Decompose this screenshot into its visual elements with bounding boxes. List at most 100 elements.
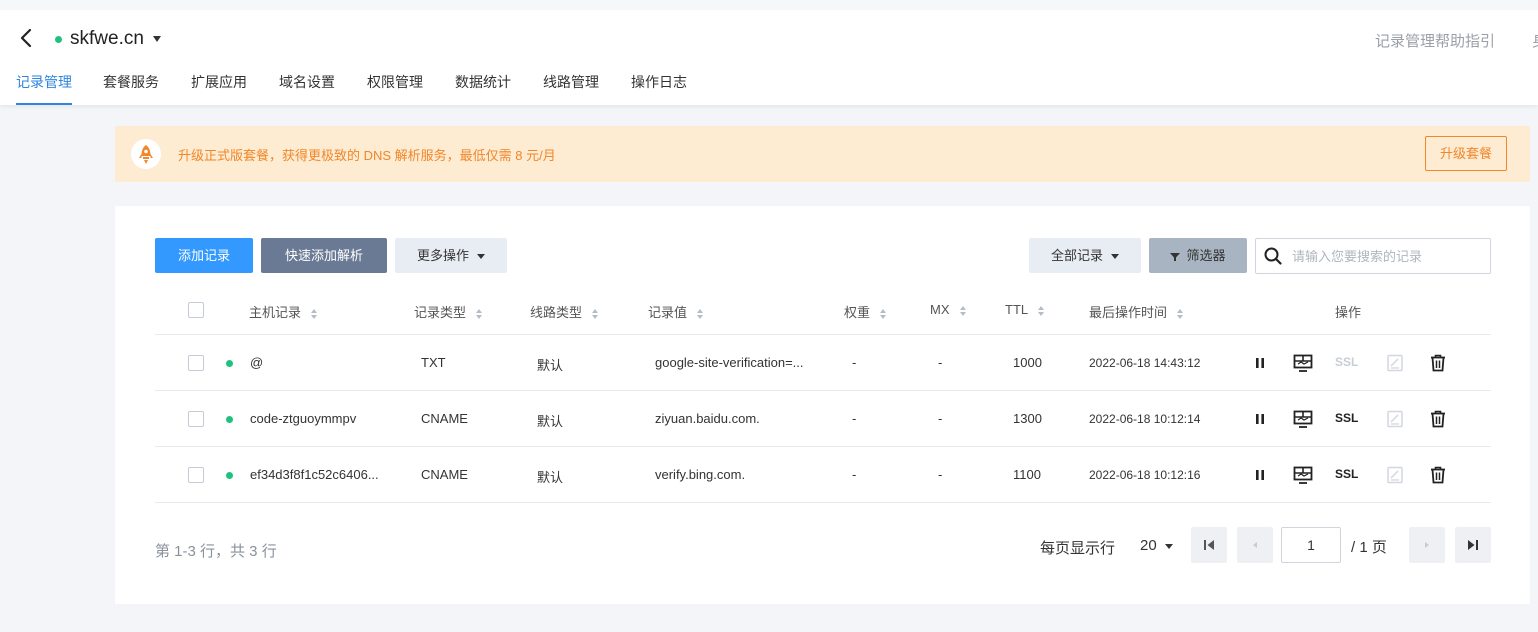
ssl-button[interactable]: SSL xyxy=(1335,355,1358,369)
first-page-button[interactable] xyxy=(1191,527,1227,563)
cell-weight: - xyxy=(852,411,857,426)
sort-icon[interactable] xyxy=(959,305,966,316)
search-box xyxy=(1255,238,1491,274)
help-guide-link[interactable]: 记录管理帮助指引 xyxy=(1375,30,1495,51)
cell-host[interactable]: ef34d3f8f1c52c6406... xyxy=(250,467,379,482)
col-line-label: 线路类型 xyxy=(530,305,583,320)
filter-label: 筛选器 xyxy=(1186,248,1226,263)
col-ttl-label: TTL xyxy=(1005,302,1029,317)
more-actions-button[interactable]: 更多操作 xyxy=(395,238,507,273)
row-range-text: 第 1-3 行，共 3 行 xyxy=(155,543,277,560)
cell-type[interactable]: TXT xyxy=(421,355,446,370)
cell-ttl[interactable]: 1300 xyxy=(1013,411,1042,426)
col-time[interactable]: 最后操作时间 xyxy=(1089,302,1184,321)
header-cut-link[interactable]: 身 xyxy=(1532,30,1538,51)
cell-value[interactable]: verify.bing.com. xyxy=(655,467,745,482)
cell-ttl[interactable]: 1000 xyxy=(1013,355,1042,370)
cell-time: 2022-06-18 14:43:12 xyxy=(1089,356,1201,370)
col-line[interactable]: 线路类型 xyxy=(530,302,599,321)
cell-line[interactable]: 默认 xyxy=(537,467,563,486)
per-page-select[interactable]: 20 xyxy=(1140,537,1173,554)
domain-dropdown-icon[interactable] xyxy=(153,36,161,42)
remark-icon[interactable] xyxy=(1385,465,1405,485)
sort-icon[interactable] xyxy=(311,308,318,319)
tab-packages[interactable]: 套餐服务 xyxy=(103,72,159,105)
sort-icon[interactable] xyxy=(697,308,704,319)
last-page-button[interactable] xyxy=(1455,527,1491,563)
domain-status-dot xyxy=(55,36,62,43)
col-weight[interactable]: 权重 xyxy=(844,302,887,321)
col-value[interactable]: 记录值 xyxy=(648,302,704,321)
cell-weight: - xyxy=(852,355,857,370)
add-record-button[interactable]: 添加记录 xyxy=(155,238,253,273)
sort-icon[interactable] xyxy=(1038,305,1045,316)
table-row: @ TXT 默认 google-site-verification=... - … xyxy=(115,335,1530,391)
monitor-icon[interactable] xyxy=(1293,353,1313,373)
all-records-dropdown[interactable]: 全部记录 xyxy=(1029,238,1141,273)
cell-line[interactable]: 默认 xyxy=(537,411,563,430)
first-page-icon xyxy=(1204,540,1214,550)
ssl-button[interactable]: SSL xyxy=(1335,411,1358,425)
tab-domain-settings[interactable]: 域名设置 xyxy=(279,72,335,105)
sort-icon[interactable] xyxy=(1177,308,1184,319)
row-checkbox[interactable] xyxy=(188,467,204,483)
row-checkbox[interactable] xyxy=(188,355,204,371)
per-page-value: 20 xyxy=(1140,537,1157,554)
remark-icon[interactable] xyxy=(1385,353,1405,373)
cell-weight: - xyxy=(852,467,857,482)
cell-ttl[interactable]: 1100 xyxy=(1013,467,1041,482)
top-header: skfwe.cn 记录管理帮助指引 身 记录管理 套餐服务 扩展应用 域名设置 … xyxy=(0,0,1538,105)
record-status-dot xyxy=(226,472,233,479)
monitor-icon[interactable] xyxy=(1293,409,1313,429)
tab-operation-log[interactable]: 操作日志 xyxy=(631,72,687,105)
prev-page-button[interactable] xyxy=(1237,527,1273,563)
pause-icon[interactable] xyxy=(1250,409,1270,429)
col-host[interactable]: 主机记录 xyxy=(249,302,318,321)
cell-value[interactable]: ziyuan.baidu.com. xyxy=(655,411,760,426)
page-total-text: / 1 页 xyxy=(1351,539,1387,556)
cell-host[interactable]: code-ztguoymmpv xyxy=(250,411,356,426)
remark-icon[interactable] xyxy=(1385,409,1405,429)
tab-statistics[interactable]: 数据统计 xyxy=(455,72,511,105)
col-type-label: 记录类型 xyxy=(414,305,467,320)
pause-icon[interactable] xyxy=(1250,353,1270,373)
select-all-checkbox[interactable] xyxy=(188,302,204,318)
pause-icon[interactable] xyxy=(1250,465,1270,485)
col-mx[interactable]: MX xyxy=(930,302,966,317)
filter-button[interactable]: 筛选器 xyxy=(1149,238,1247,273)
search-input[interactable] xyxy=(1292,239,1482,273)
monitor-icon[interactable] xyxy=(1293,465,1313,485)
tab-extensions[interactable]: 扩展应用 xyxy=(191,72,247,105)
chevron-down-icon xyxy=(1164,543,1173,549)
per-page-label: 每页显示行 xyxy=(1040,540,1116,557)
cell-value[interactable]: google-site-verification=... xyxy=(655,355,804,370)
records-card: 添加记录 快速添加解析 更多操作 全部记录 筛选器 主机记录 记录类型 线路类型… xyxy=(115,206,1530,604)
domain-name[interactable]: skfwe.cn xyxy=(70,28,144,50)
trash-icon[interactable] xyxy=(1428,353,1448,373)
cell-type[interactable]: CNAME xyxy=(421,467,468,482)
trash-icon[interactable] xyxy=(1428,465,1448,485)
row-checkbox[interactable] xyxy=(188,411,204,427)
col-ttl[interactable]: TTL xyxy=(1005,302,1045,317)
sort-icon[interactable] xyxy=(476,308,483,319)
search-icon xyxy=(1264,247,1282,265)
tab-records[interactable]: 记录管理 xyxy=(16,72,72,105)
tab-lines[interactable]: 线路管理 xyxy=(543,72,599,105)
sort-icon[interactable] xyxy=(592,308,599,319)
cell-host[interactable]: @ xyxy=(250,355,263,370)
next-page-button[interactable] xyxy=(1409,527,1445,563)
upgrade-package-button[interactable]: 升级套餐 xyxy=(1425,136,1507,171)
ssl-button[interactable]: SSL xyxy=(1335,467,1358,481)
cell-line[interactable]: 默认 xyxy=(537,355,563,374)
cell-type[interactable]: CNAME xyxy=(421,411,468,426)
back-arrow-icon[interactable] xyxy=(16,27,38,49)
quick-add-button[interactable]: 快速添加解析 xyxy=(261,238,387,273)
cell-time: 2022-06-18 10:12:14 xyxy=(1089,412,1201,426)
sort-icon[interactable] xyxy=(880,308,887,319)
filter-icon xyxy=(1170,252,1181,261)
tab-permissions[interactable]: 权限管理 xyxy=(367,72,423,105)
page-number-input[interactable] xyxy=(1281,527,1341,563)
more-actions-label: 更多操作 xyxy=(416,248,469,263)
col-type[interactable]: 记录类型 xyxy=(414,302,483,321)
trash-icon[interactable] xyxy=(1428,409,1448,429)
